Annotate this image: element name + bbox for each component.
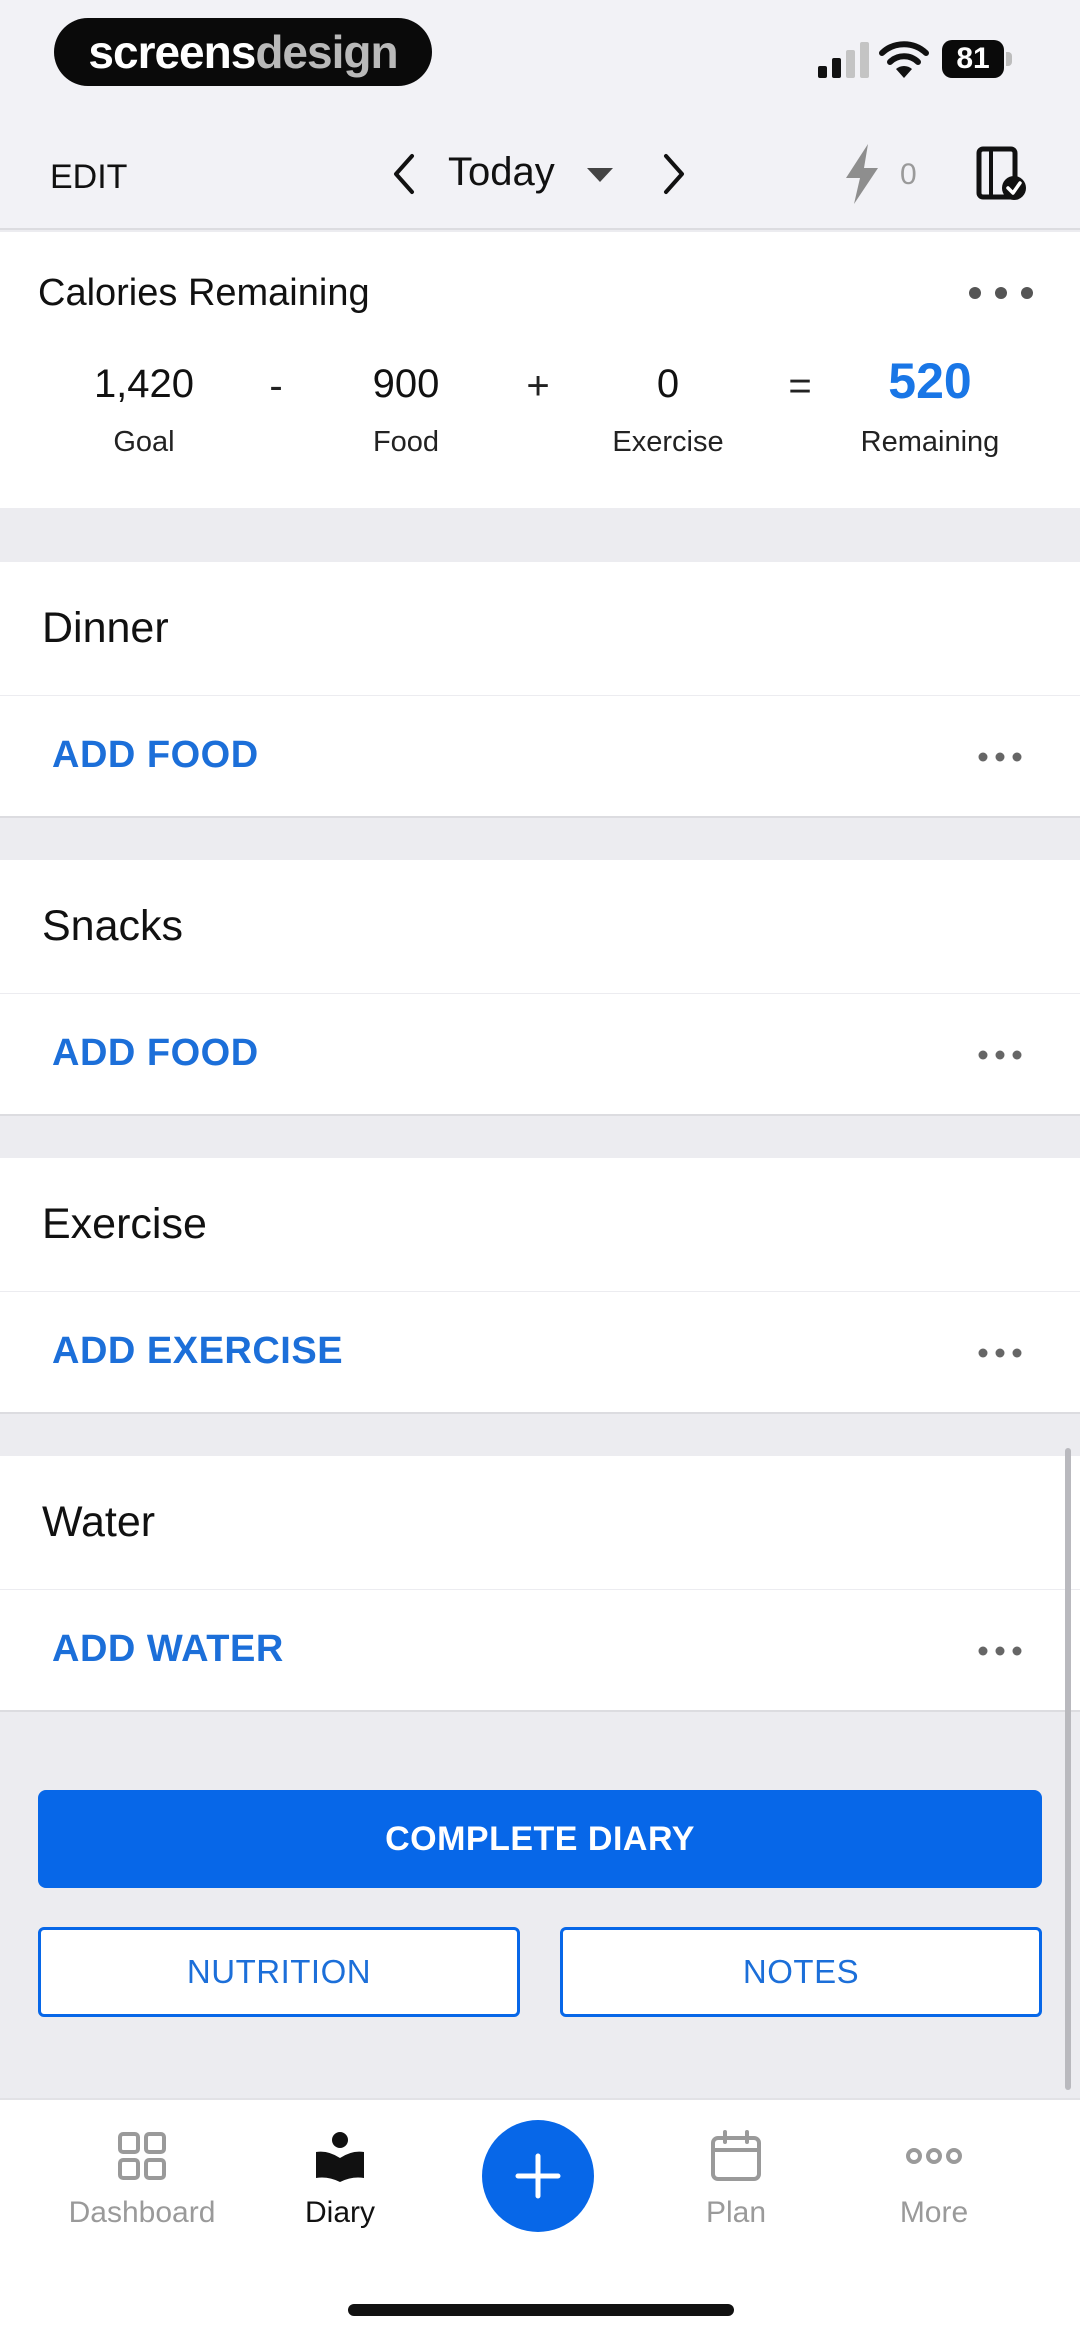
water-action-row: ADD WATER	[0, 1590, 1080, 1710]
exercise-value: 0	[656, 362, 680, 406]
remaining-column: 520 Remaining	[830, 353, 1030, 459]
remaining-value: 520	[888, 353, 972, 409]
complete-diary-button[interactable]: COMPLETE DIARY	[38, 1790, 1042, 1888]
water-header: Water	[0, 1456, 1080, 1590]
snacks-header: Snacks	[0, 860, 1080, 994]
dinner-section: Dinner ADD FOOD	[0, 562, 1080, 818]
food-column: 900 Food	[306, 362, 506, 459]
chevron-left-icon[interactable]	[386, 152, 422, 196]
brand-text-left: screens	[88, 26, 256, 78]
exercise-column: 0 Exercise	[568, 362, 768, 459]
water-section: Water ADD WATER	[0, 1456, 1080, 1712]
book-check-icon[interactable]	[976, 146, 1026, 202]
battery-level: 81	[956, 42, 990, 75]
exercise-title: Exercise	[42, 1200, 207, 1248]
nutrition-button[interactable]: NUTRITION	[38, 1927, 520, 2017]
tab-more[interactable]: More	[834, 2130, 1034, 2230]
snacks-section: Snacks ADD FOOD	[0, 860, 1080, 1116]
diary-book-icon	[316, 2132, 364, 2182]
add-exercise-button[interactable]: ADD EXERCISE	[52, 1330, 343, 1373]
wifi-icon	[879, 41, 929, 78]
more-horizontal-icon[interactable]	[978, 1646, 1022, 1656]
snacks-title: Snacks	[42, 902, 184, 950]
calories-remaining-card: Calories Remaining 1,420 Goal - 900 Food…	[0, 232, 1080, 508]
screensdesign-logo: screens design	[54, 18, 432, 86]
exercise-action-row: ADD EXERCISE	[0, 1292, 1080, 1412]
dinner-action-row: ADD FOOD	[0, 696, 1080, 816]
date-selector[interactable]: Today	[448, 150, 555, 195]
diary-header: EDIT Today 0	[0, 120, 1080, 230]
water-title: Water	[42, 1498, 156, 1546]
calories-title: Calories Remaining	[38, 272, 370, 314]
add-food-snacks-button[interactable]: ADD FOOD	[52, 1032, 259, 1075]
edit-button[interactable]: EDIT	[50, 158, 127, 197]
tab-dashboard[interactable]: Dashboard	[42, 2130, 242, 2230]
cellular-signal-icon	[818, 42, 869, 78]
battery-nub	[1006, 52, 1012, 66]
add-entry-fab[interactable]	[482, 2120, 594, 2232]
minus-operator: -	[269, 364, 283, 408]
equals-operator: =	[788, 364, 812, 408]
calendar-icon	[711, 2130, 761, 2181]
tab-plan-label: Plan	[705, 2196, 767, 2229]
bottom-tab-bar: Dashboard Diary Plan More	[0, 2098, 1080, 2335]
dashboard-icon	[118, 2132, 166, 2180]
goal-label: Goal	[113, 426, 175, 458]
exercise-label: Exercise	[612, 426, 724, 458]
more-horizontal-icon	[906, 2148, 962, 2164]
caret-down-icon[interactable]	[585, 166, 615, 184]
lightning-bolt-icon[interactable]	[842, 142, 882, 206]
plus-icon	[515, 2153, 561, 2199]
exercise-section: Exercise ADD EXERCISE	[0, 1158, 1080, 1414]
status-bar: screens design 81	[0, 0, 1080, 120]
dinner-header: Dinner	[0, 562, 1080, 696]
tab-plan[interactable]: Plan	[636, 2130, 836, 2230]
dinner-title: Dinner	[42, 604, 169, 652]
food-value: 900	[372, 362, 440, 406]
add-food-dinner-button[interactable]: ADD FOOD	[52, 734, 259, 777]
more-horizontal-icon[interactable]	[968, 286, 1034, 300]
more-horizontal-icon[interactable]	[978, 1348, 1022, 1358]
tab-more-label: More	[899, 2196, 969, 2229]
more-horizontal-icon[interactable]	[978, 1050, 1022, 1060]
exercise-header: Exercise	[0, 1158, 1080, 1292]
goal-value: 1,420	[93, 362, 195, 406]
streak-count: 0	[900, 158, 917, 191]
food-label: Food	[372, 426, 440, 458]
tab-dashboard-label: Dashboard	[68, 2196, 216, 2229]
plus-operator: +	[526, 364, 550, 408]
scrollbar[interactable]	[1065, 1448, 1071, 2090]
remaining-label: Remaining	[860, 426, 1000, 458]
diary-screen: screens design 81 EDIT Today 0 Calories …	[0, 0, 1080, 2335]
brand-text-right: design	[255, 26, 398, 78]
more-horizontal-icon[interactable]	[978, 752, 1022, 762]
battery-icon: 81	[942, 40, 1004, 78]
tab-diary[interactable]: Diary	[240, 2130, 440, 2230]
snacks-action-row: ADD FOOD	[0, 994, 1080, 1114]
home-indicator	[348, 2304, 734, 2316]
add-water-button[interactable]: ADD WATER	[52, 1628, 284, 1671]
chevron-right-icon[interactable]	[656, 152, 692, 196]
notes-button[interactable]: NOTES	[560, 1927, 1042, 2017]
tab-diary-label: Diary	[304, 2196, 375, 2229]
goal-column: 1,420 Goal	[44, 362, 244, 459]
